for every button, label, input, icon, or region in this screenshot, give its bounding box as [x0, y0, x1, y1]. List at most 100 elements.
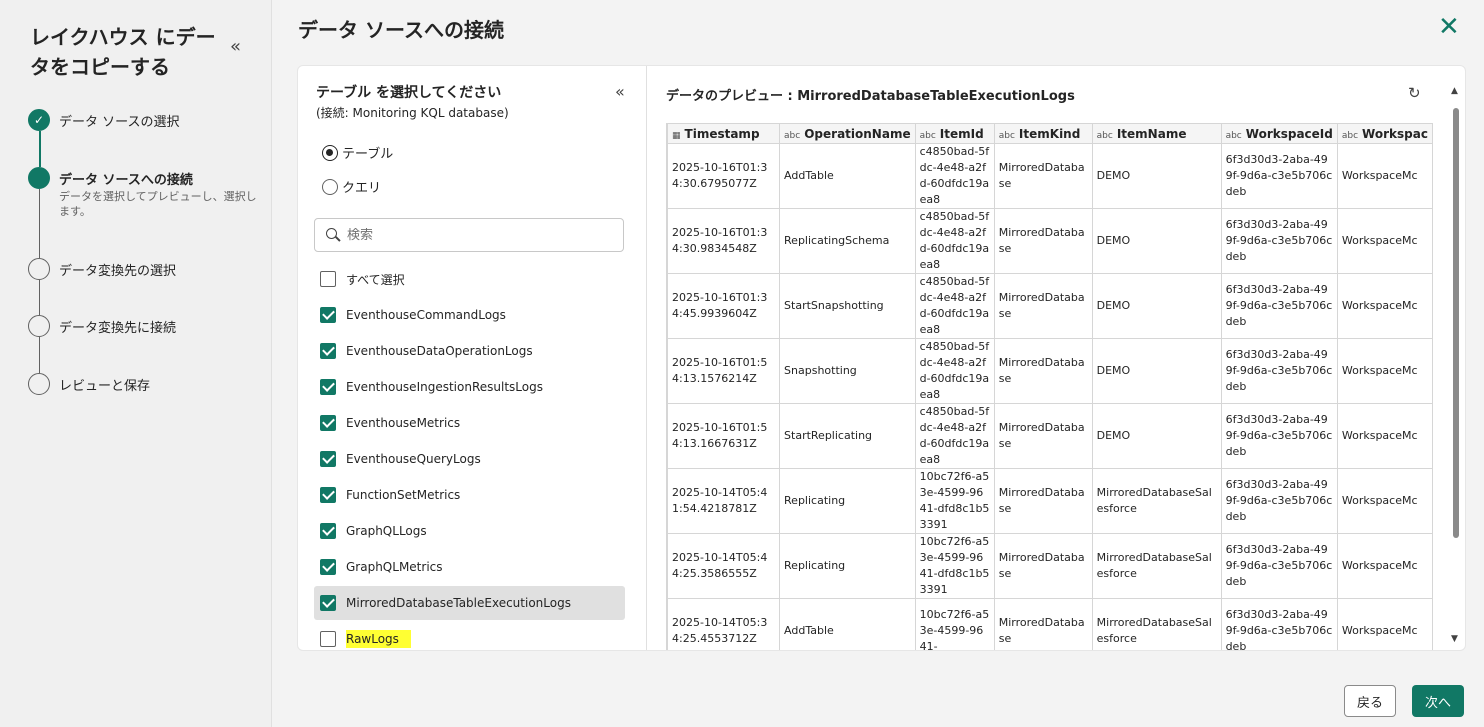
- table-name-label: GraphQLMetrics: [346, 560, 443, 574]
- table-cell: 6f3d30d3-2aba-499f-9d6a-c3e5b706cdeb: [1220, 208, 1338, 274]
- column-header[interactable]: abc Workspac: [1336, 123, 1433, 144]
- checkbox-checked-icon[interactable]: [320, 379, 336, 395]
- table-list-item[interactable]: MirroredDatabaseTableExecutionLogs: [314, 586, 625, 620]
- radio-selected-icon[interactable]: [322, 144, 338, 161]
- table-list-item[interactable]: EventhouseCommandLogs: [314, 298, 625, 332]
- wizard-panel: レイクハウス にデータをコピーする « ✓ データ ソースの選択 データ ソース…: [0, 0, 272, 727]
- table-cell: ReplicatingSchema: [779, 208, 916, 274]
- table-name-label: FunctionSetMetrics: [346, 488, 461, 502]
- step-label: データ ソースへの接続: [59, 173, 193, 188]
- table-cell: 10bc72f6-a53e-4599-9641-: [914, 598, 995, 650]
- step-label: レビューと保存: [59, 379, 151, 394]
- step-connector: [39, 131, 41, 167]
- table-cell: 6f3d30d3-2aba-499f-9d6a-c3e5b706cdeb: [1220, 273, 1338, 339]
- table-cell: MirroredDatabase: [993, 143, 1093, 209]
- preview-grid: ▦ Timestamp abc OperationName abc ItemId abc It…: [666, 123, 1433, 650]
- search-input[interactable]: [347, 227, 607, 243]
- table-cell: MirroredDatabaseSalesforce: [1091, 468, 1222, 534]
- table-cell: 2025-10-16T01:34:30.6795077Z: [667, 143, 781, 209]
- back-button[interactable]: 戻る: [1344, 685, 1396, 717]
- select-all-checkbox[interactable]: すべて選択: [314, 262, 625, 296]
- pending-step-indicator: [28, 258, 50, 280]
- vertical-scrollbar[interactable]: ▲ ▼: [1451, 86, 1461, 646]
- table-row: 2025-10-14T05:44:25.3586555Z Replicating 1…: [667, 533, 1433, 599]
- table-cell: WorkspaceMc: [1336, 403, 1433, 469]
- radio-unselected-icon[interactable]: [322, 178, 338, 195]
- collapse-selector-icon[interactable]: «: [615, 82, 625, 101]
- checkbox-checked-icon[interactable]: [320, 559, 336, 575]
- radio-query[interactable]: クエリ: [322, 177, 381, 196]
- scroll-up-icon[interactable]: ▲: [1451, 86, 1458, 96]
- checkbox-checked-icon[interactable]: [320, 523, 336, 539]
- checkbox-checked-icon[interactable]: [320, 343, 336, 359]
- checkbox-checked-icon[interactable]: [320, 595, 336, 611]
- next-button[interactable]: 次へ: [1412, 685, 1464, 717]
- table-list-item[interactable]: GraphQLLogs: [314, 514, 625, 548]
- table-cell: WorkspaceMc: [1336, 208, 1433, 274]
- table-cell: MirroredDatabase: [993, 338, 1093, 404]
- table-cell: WorkspaceMc: [1336, 273, 1433, 339]
- table-cell: MirroredDatabase: [993, 598, 1093, 650]
- column-header[interactable]: abc ItemKind: [993, 123, 1093, 144]
- step-connector: [39, 337, 40, 373]
- column-name: OperationName: [804, 126, 911, 141]
- table-cell: DEMO: [1091, 338, 1222, 404]
- wizard-title: レイクハウス にデータをコピーする: [30, 25, 216, 79]
- checkbox-icon[interactable]: [320, 271, 336, 287]
- collapse-wizard-icon[interactable]: «: [230, 36, 241, 57]
- calendar-icon: ▦: [672, 130, 681, 141]
- search-box[interactable]: [314, 218, 624, 252]
- table-row: 2025-10-16T01:54:13.1667631Z StartReplica…: [667, 403, 1433, 469]
- scrollbar-thumb[interactable]: [1453, 108, 1459, 538]
- page-title: データ ソースへの接続: [298, 18, 504, 42]
- column-header[interactable]: abc WorkspaceId: [1220, 123, 1338, 144]
- table-cell: WorkspaceMc: [1336, 468, 1433, 534]
- table-cell: WorkspaceMc: [1336, 598, 1433, 650]
- checkbox-icon[interactable]: [320, 631, 336, 647]
- table-name-label: EventhouseDataOperationLogs: [346, 344, 533, 358]
- table-row: 2025-10-14T05:41:54.4218781Z Replicating 1…: [667, 468, 1433, 534]
- step-label: データ ソースの選択: [59, 115, 180, 130]
- radio-table[interactable]: テーブル: [322, 143, 393, 162]
- table-list-item[interactable]: EventhouseMetrics: [314, 406, 625, 440]
- radio-table-label: テーブル: [342, 147, 394, 162]
- table-cell: StartReplicating: [779, 403, 916, 469]
- table-cell: DEMO: [1091, 208, 1222, 274]
- table-row: 2025-10-16T01:34:30.6795077Z AddTable c485…: [667, 143, 1433, 209]
- text-type-icon: abc: [1096, 130, 1113, 141]
- table-cell: WorkspaceMc: [1336, 143, 1433, 209]
- table-list-item[interactable]: FunctionSetMetrics: [314, 478, 625, 512]
- refresh-icon[interactable]: ↻: [1408, 84, 1421, 102]
- step-label: データ変換先に接続: [59, 321, 177, 336]
- pending-step-indicator: [28, 373, 50, 395]
- table-row: 2025-10-16T01:54:13.1576214Z Snapshotting…: [667, 338, 1433, 404]
- table-cell: c4850bad-5fdc-4e48-a2fd-60dfdc19aea8: [914, 338, 995, 404]
- column-header[interactable]: abc ItemName: [1091, 123, 1222, 144]
- table-list-item[interactable]: EventhouseDataOperationLogs: [314, 334, 625, 368]
- checkbox-checked-icon[interactable]: [320, 487, 336, 503]
- checkbox-checked-icon[interactable]: [320, 451, 336, 467]
- table-list-item[interactable]: GraphQLMetrics: [314, 550, 625, 584]
- column-header[interactable]: ▦ Timestamp: [667, 123, 781, 144]
- table-list-item[interactable]: EventhouseIngestionResultsLogs: [314, 370, 625, 404]
- table-list-item[interactable]: EventhouseQueryLogs: [314, 442, 625, 476]
- table-cell: Snapshotting: [779, 338, 916, 404]
- column-name: Timestamp: [684, 126, 760, 141]
- table-cell: 2025-10-16T01:54:13.1667631Z: [667, 403, 781, 469]
- table-cell: 6f3d30d3-2aba-499f-9d6a-c3e5b706cdeb: [1220, 403, 1338, 469]
- check-icon: ✓: [28, 109, 50, 131]
- table-cell: 2025-10-16T01:34:30.9834548Z: [667, 208, 781, 274]
- column-header[interactable]: abc ItemId: [914, 123, 995, 144]
- table-cell: c4850bad-5fdc-4e48-a2fd-60dfdc19aea8: [914, 208, 995, 274]
- table-cell: 2025-10-16T01:34:45.9939604Z: [667, 273, 781, 339]
- column-name: ItemName: [1116, 126, 1187, 141]
- scroll-down-icon[interactable]: ▼: [1451, 634, 1458, 644]
- close-icon[interactable]: ✕: [1438, 14, 1460, 40]
- checkbox-checked-icon[interactable]: [320, 415, 336, 431]
- table-cell: 6f3d30d3-2aba-499f-9d6a-c3e5b706cdeb: [1220, 533, 1338, 599]
- checkbox-checked-icon[interactable]: [320, 307, 336, 323]
- column-header[interactable]: abc OperationName: [779, 123, 916, 144]
- text-type-icon: abc: [919, 130, 936, 141]
- content-card: テーブル を選択してください (接続: Monitoring KQL datab…: [297, 65, 1466, 651]
- table-list-item[interactable]: RawLogs: [314, 622, 625, 650]
